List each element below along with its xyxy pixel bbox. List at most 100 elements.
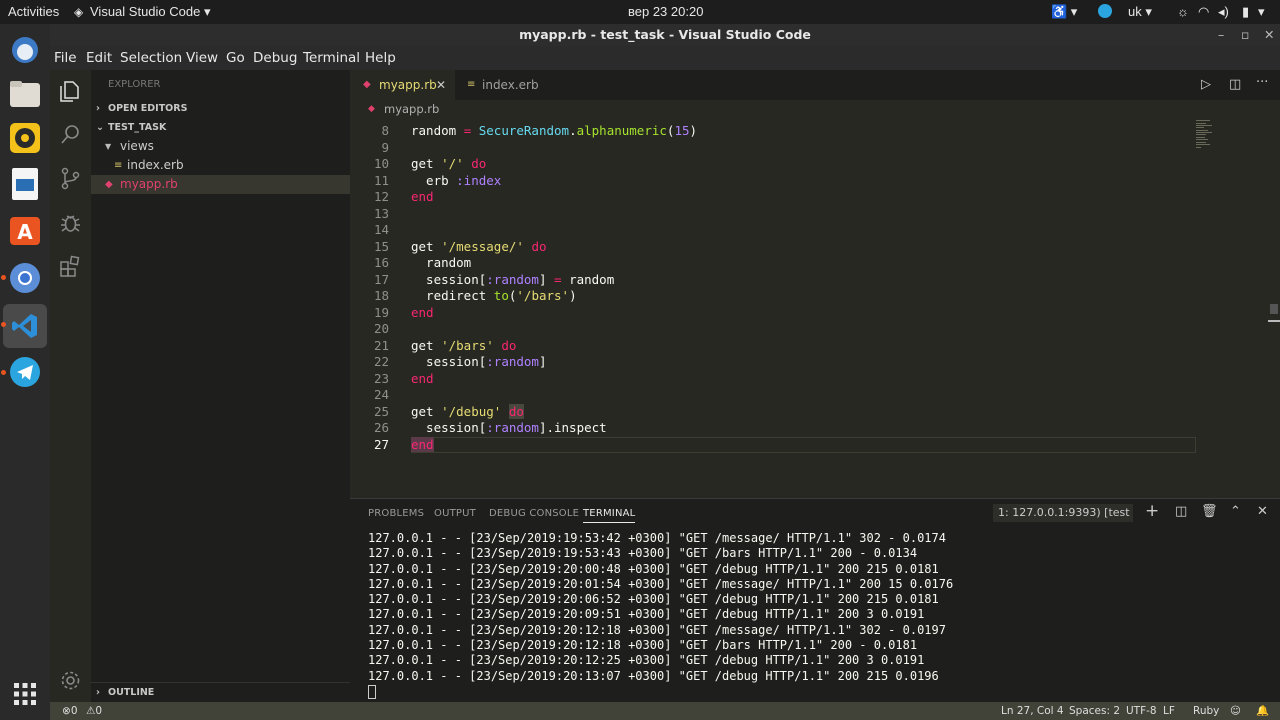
code-line: 25 get '/debug' do bbox=[350, 403, 1280, 421]
thunderbird-icon[interactable] bbox=[7, 32, 43, 68]
split-terminal-icon[interactable]: ◫ bbox=[1175, 504, 1187, 519]
line-number: 21 bbox=[373, 337, 389, 353]
line-number: 26 bbox=[373, 420, 389, 435]
chevron-down-icon: ⌄ bbox=[96, 122, 104, 133]
clock[interactable]: вер 23 20:20 bbox=[628, 4, 703, 19]
indentation[interactable]: Spaces: 2 bbox=[1069, 702, 1120, 720]
maximize-panel-icon[interactable]: ⌃ bbox=[1230, 504, 1241, 519]
outline-section[interactable]: › OUTLINE bbox=[91, 682, 350, 701]
menu-debug[interactable]: Debug bbox=[253, 50, 297, 66]
code-line: 8 random = SecureRandom.alphanumeric(15) bbox=[350, 123, 1280, 140]
code-line: 19 end bbox=[350, 305, 1280, 322]
files-icon[interactable] bbox=[7, 76, 43, 112]
menu-view[interactable]: View bbox=[186, 50, 218, 66]
source-control-icon[interactable] bbox=[58, 166, 83, 191]
feedback-icon[interactable]: ☺ bbox=[1230, 702, 1241, 720]
activities-button[interactable]: Activities bbox=[8, 4, 59, 19]
telegram-tray-icon[interactable] bbox=[1098, 4, 1112, 18]
split-editor-icon[interactable]: ◫ bbox=[1229, 77, 1241, 92]
erb-file-icon: ≡ bbox=[467, 79, 476, 90]
system-top-bar: Activities ◈ Visual Studio Code ▾ вер 23… bbox=[0, 0, 1280, 24]
erb-file-icon: ≡ bbox=[114, 160, 123, 171]
telegram-icon[interactable] bbox=[7, 354, 43, 390]
app-menu-button[interactable]: Visual Studio Code ▾ bbox=[90, 4, 210, 20]
menu-go[interactable]: Go bbox=[226, 50, 245, 66]
extensions-icon[interactable] bbox=[58, 254, 83, 279]
tree-item-label: index.erb bbox=[127, 158, 184, 172]
wifi-icon[interactable]: ◠ bbox=[1198, 4, 1209, 20]
line-number: 19 bbox=[373, 304, 389, 320]
terminal-output[interactable]: 127.0.0.1 - - [23/Sep/2019:19:53:42 +030… bbox=[368, 531, 953, 699]
tab-terminal[interactable]: TERMINAL bbox=[583, 508, 636, 523]
code-line: 21 get '/bars' do bbox=[350, 338, 1280, 355]
chevron-right-icon: › bbox=[96, 687, 100, 698]
menu-file[interactable]: File bbox=[54, 50, 77, 66]
tab-index-erb[interactable]: ≡ index.erb bbox=[455, 70, 552, 100]
code-text: end bbox=[411, 189, 434, 204]
show-applications-icon[interactable] bbox=[7, 676, 43, 712]
code-line: 16 random bbox=[350, 255, 1280, 272]
encoding[interactable]: UTF-8 bbox=[1126, 702, 1157, 720]
tab-debug-console[interactable]: DEBUG CONSOLE bbox=[489, 508, 579, 519]
system-menu-icon[interactable]: ▾ bbox=[1258, 4, 1265, 20]
line-number: 9 bbox=[381, 139, 389, 155]
trash-icon[interactable]: 🗑 bbox=[1201, 504, 1218, 519]
language-mode[interactable]: Ruby bbox=[1193, 702, 1219, 720]
debug-icon[interactable] bbox=[58, 210, 83, 235]
search-icon[interactable] bbox=[58, 122, 83, 147]
ubuntu-dock: A bbox=[0, 24, 50, 720]
minimap[interactable] bbox=[1196, 118, 1226, 158]
folder-section[interactable]: ⌄ TEST_TASK bbox=[91, 118, 350, 137]
accessibility-icon[interactable]: ♿ ▾ bbox=[1051, 4, 1077, 20]
tree-item-index-erb[interactable]: ≡ index.erb bbox=[91, 156, 350, 175]
close-window-button[interactable]: ✕ bbox=[1264, 24, 1274, 46]
ubuntu-software-icon[interactable]: A bbox=[7, 212, 43, 248]
code-line: 14 bbox=[350, 222, 1280, 239]
menu-help[interactable]: Help bbox=[365, 50, 396, 66]
minimize-button[interactable]: – bbox=[1218, 24, 1224, 46]
code-line: 23 end bbox=[350, 371, 1280, 388]
line-number: 20 bbox=[373, 321, 389, 336]
breadcrumb-file[interactable]: myapp.rb bbox=[384, 100, 439, 118]
run-icon[interactable]: ▷ bbox=[1201, 77, 1211, 92]
tab-problems[interactable]: PROBLEMS bbox=[368, 508, 424, 519]
menu-terminal[interactable]: Terminal bbox=[303, 50, 360, 66]
brightness-icon[interactable]: ☼ bbox=[1177, 4, 1189, 19]
code-line: 26 session[:random].inspect bbox=[350, 420, 1280, 437]
close-tab-icon[interactable]: ✕ bbox=[436, 70, 446, 100]
tree-item-views[interactable]: ▼ views bbox=[91, 137, 350, 156]
keyboard-layout-indicator[interactable]: uk ▾ bbox=[1128, 4, 1152, 20]
explorer-icon[interactable] bbox=[58, 78, 83, 103]
menu-edit[interactable]: Edit bbox=[86, 50, 112, 66]
notifications-bell-icon[interactable]: 🔔 bbox=[1256, 702, 1269, 720]
libreoffice-writer-icon[interactable] bbox=[7, 166, 43, 202]
tab-myapp-rb[interactable]: ◆ myapp.rb ✕ bbox=[350, 70, 455, 100]
menu-selection[interactable]: Selection bbox=[120, 50, 182, 66]
window-title: myapp.rb - test_task - Visual Studio Cod… bbox=[519, 27, 811, 42]
end-of-line[interactable]: LF bbox=[1163, 702, 1175, 720]
manage-gear-icon[interactable] bbox=[58, 668, 83, 693]
maximize-button[interactable]: ▫ bbox=[1241, 24, 1249, 46]
cursor-position[interactable]: Ln 27, Col 4 bbox=[1001, 702, 1064, 720]
warnings-indicator[interactable]: ⚠ 0 bbox=[86, 702, 102, 720]
line-number: 23 bbox=[373, 370, 389, 386]
close-panel-icon[interactable]: ✕ bbox=[1257, 504, 1268, 519]
code-line: 22 session[:random] bbox=[350, 354, 1280, 371]
rhythmbox-icon[interactable] bbox=[7, 120, 43, 156]
line-number: 14 bbox=[373, 222, 389, 237]
terminal-select-dropdown[interactable]: 1: 127.0.0.1:9393) [test ▾ bbox=[993, 504, 1133, 522]
chevron-right-icon: › bbox=[96, 103, 100, 114]
chromium-icon[interactable] bbox=[7, 260, 43, 296]
volume-icon[interactable]: ◂) bbox=[1218, 4, 1229, 20]
chevron-down-icon: ▼ bbox=[105, 142, 112, 151]
errors-indicator[interactable]: ⊗ 0 bbox=[62, 702, 78, 720]
battery-icon[interactable]: ▮ bbox=[1242, 4, 1249, 20]
open-editors-section[interactable]: › OPEN EDITORS bbox=[91, 99, 350, 118]
more-actions-icon[interactable]: ··· bbox=[1256, 75, 1268, 90]
tree-item-myapp-rb[interactable]: ◆ myapp.rb bbox=[91, 175, 350, 194]
vscode-dock-icon[interactable] bbox=[3, 304, 47, 348]
ruby-file-icon: ◆ bbox=[363, 79, 371, 90]
new-terminal-icon[interactable]: + bbox=[1145, 501, 1159, 521]
tab-output[interactable]: OUTPUT bbox=[434, 508, 476, 519]
terminal-line: 127.0.0.1 - - [23/Sep/2019:20:00:48 +030… bbox=[368, 561, 939, 576]
